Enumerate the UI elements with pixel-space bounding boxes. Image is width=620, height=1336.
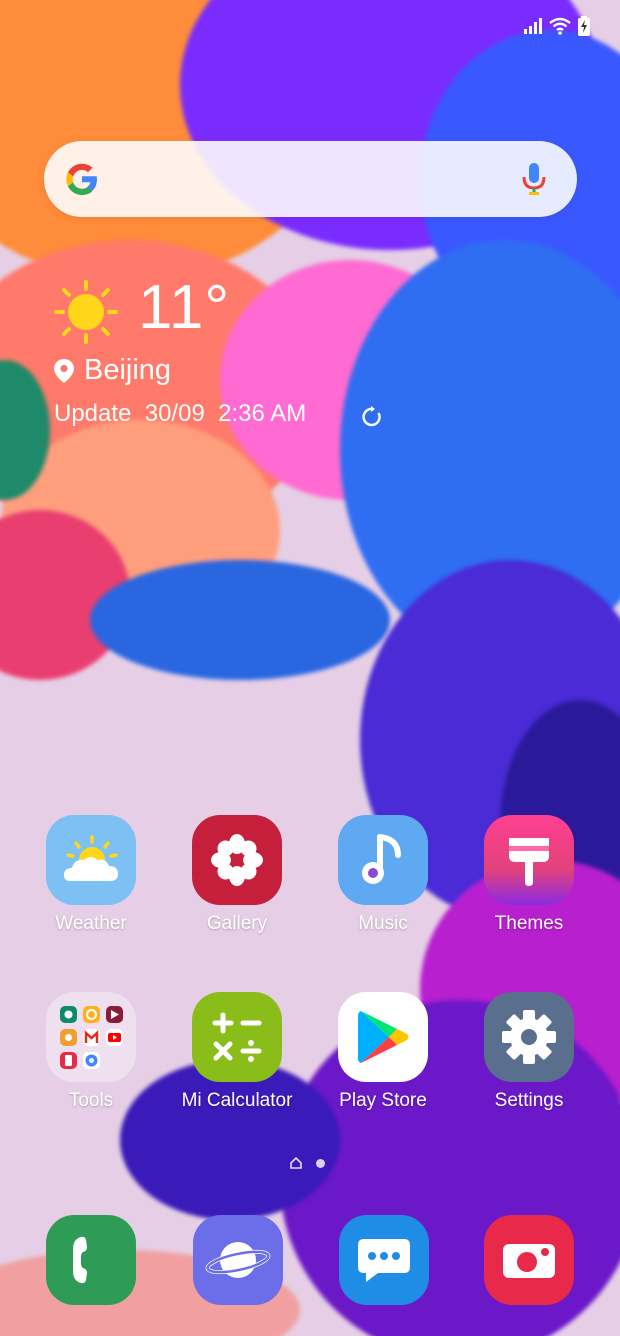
app-weather[interactable]: Weather: [26, 815, 156, 935]
folder-icon: [46, 992, 136, 1082]
calculator-icon: [192, 992, 282, 1082]
location-name: Beijing: [84, 354, 172, 386]
update-clock: 2:36 AM: [218, 400, 307, 427]
wifi-icon: [549, 17, 571, 35]
sunny-icon: [54, 280, 118, 344]
app-settings[interactable]: Settings: [464, 992, 594, 1112]
update-time: Update 30/09 2:36 AM: [54, 400, 306, 428]
page-indicator[interactable]: [290, 1157, 325, 1169]
settings-gear-icon: [484, 992, 574, 1082]
internet-planet-icon[interactable]: [193, 1215, 283, 1305]
update-label: Update: [54, 400, 132, 427]
refresh-icon[interactable]: [360, 405, 384, 429]
app-themes[interactable]: Themes: [464, 815, 594, 935]
location-pin-icon: [54, 358, 74, 383]
music-note-icon: [338, 815, 428, 905]
page-dot: [316, 1158, 325, 1168]
app-label: Settings: [494, 1090, 564, 1111]
app-label: Mi Calculator: [181, 1090, 293, 1111]
gallery-flower-icon: [192, 815, 282, 905]
app-label: Music: [358, 913, 408, 934]
location: Beijing: [54, 354, 171, 387]
google-search-bar[interactable]: [44, 141, 577, 217]
update-date: 30/09: [144, 400, 205, 427]
camera-icon[interactable]: [484, 1215, 574, 1305]
messages-icon[interactable]: [339, 1215, 429, 1305]
phone-icon[interactable]: [46, 1215, 136, 1305]
app-label: Weather: [55, 913, 127, 934]
app-label: Gallery: [206, 913, 268, 934]
app-gallery[interactable]: Gallery: [172, 815, 302, 935]
app-music[interactable]: Music: [318, 815, 448, 935]
microphone-icon[interactable]: [521, 163, 547, 197]
temperature: 11°: [138, 273, 231, 342]
signal-icon: [524, 18, 542, 34]
app-label: Themes: [494, 913, 564, 934]
app-label: Tools: [68, 1090, 114, 1111]
folder-tools[interactable]: Tools: [26, 992, 156, 1112]
google-g-icon: [66, 163, 97, 195]
status-bar: [524, 14, 590, 38]
home-page-icon: [290, 1157, 302, 1169]
play-store-icon: [338, 992, 428, 1082]
app-mi-calculator[interactable]: Mi Calculator: [172, 992, 302, 1112]
weather-app-icon: [46, 815, 136, 905]
battery-charging-icon: [578, 16, 590, 36]
app-label: Play Store: [339, 1090, 427, 1111]
app-play-store[interactable]: Play Store: [318, 992, 448, 1112]
themes-brush-icon: [484, 815, 574, 905]
